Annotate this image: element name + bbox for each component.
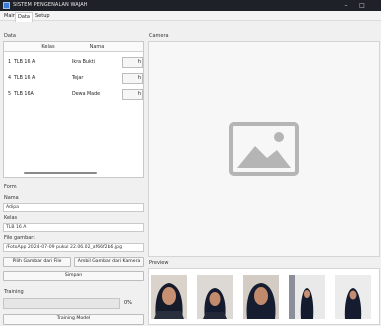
class-input[interactable]: TLB 16 A [3,223,144,232]
file-path-input[interactable]: /FotoApp 2024-07-09 pukul 22.06.02_af66f… [3,243,144,252]
table-header: Kelas Nama [4,42,143,52]
preview-face-image [243,275,279,319]
camera-group-label: Camera [149,33,169,39]
menu-data[interactable]: Data [15,12,33,22]
row-nama: Dewa Made [72,92,101,97]
preview-group-label: Preview [149,260,169,266]
title-bar: SISTEM PENGENALAN WAJAH – □ [0,0,381,11]
training-group-label: Training [4,289,24,295]
maximize-icon[interactable]: □ [356,1,368,10]
row-number: 1 [8,60,12,65]
data-table: Kelas Nama 1 TLB 16 A Ikra Bukti h 4 TLB… [3,41,144,178]
class-label: Kelas [4,215,18,221]
preview-face-image [151,275,187,319]
app-icon [3,2,10,9]
training-progress-bar [3,298,120,309]
data-group-label: Data [4,33,16,39]
name-label: Nama [4,195,19,201]
capture-camera-button[interactable]: Ambil Gambar dari Kamera [74,257,144,267]
column-nama[interactable]: Nama [72,42,122,52]
window-title: SISTEM PENGENALAN WAJAH [13,2,88,8]
table-row[interactable]: 4 TLB 16 A Tejar h [4,71,143,86]
save-button[interactable]: Simpan [3,271,144,281]
row-kelas: TLB 16A [14,92,34,97]
row-action-button[interactable]: h [122,89,143,100]
preview-face-image [197,275,233,319]
row-action-button[interactable]: h [122,57,143,68]
row-kelas: TLB 16 A [14,60,36,65]
pick-file-button[interactable]: Pilih Gambar dari File [3,257,71,267]
table-row[interactable]: 5 TLB 16A Dewa Made h [4,87,143,102]
row-kelas: TLB 16 A [14,76,36,81]
name-input[interactable]: Adipa [3,203,144,212]
row-number: 5 [8,92,12,97]
menu-bar: Main Data Setup [0,11,381,22]
row-nama: Tejar [72,76,84,81]
column-kelas[interactable]: Kelas [26,42,70,52]
image-placeholder-icon [229,122,299,176]
table-row[interactable]: 1 TLB 16 A Ikra Bukti h [4,55,143,70]
preview-panel [148,268,380,325]
preview-face-image [335,275,371,319]
camera-view [148,41,380,257]
minimize-icon[interactable]: – [340,1,352,10]
file-label: File gambar: [4,235,35,241]
training-model-button[interactable]: Training Model [3,314,144,325]
row-number: 4 [8,76,12,81]
row-action-button[interactable]: h [122,73,143,84]
form-group-label: Form [4,184,17,190]
training-progress-text: 0% [124,300,132,306]
preview-face-image [289,275,325,319]
table-horizontal-scrollbar[interactable] [24,172,97,174]
menu-setup[interactable]: Setup [33,11,52,21]
row-nama: Ikra Bukti [72,60,95,65]
